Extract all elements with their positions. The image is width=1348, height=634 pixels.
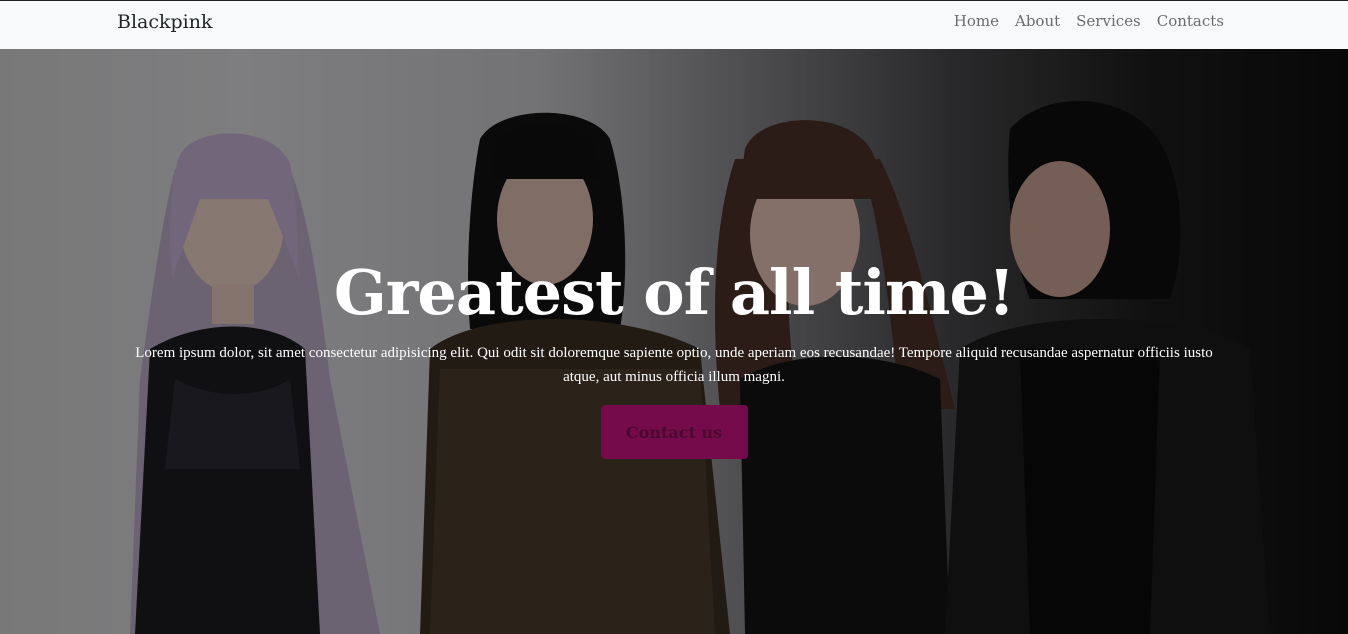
nav-link-services[interactable]: Services: [1076, 11, 1141, 31]
brand-logo[interactable]: Blackpink: [117, 10, 213, 34]
contact-us-button[interactable]: Contact us: [600, 405, 748, 459]
hero-title: Greatest of all time!: [333, 256, 1015, 329]
hero-section: Greatest of all time! Lorem ipsum dolor,…: [0, 49, 1348, 634]
hero-description: Lorem ipsum dolor, sit amet consectetur …: [135, 345, 1213, 385]
nav-links: Home About Services Contacts: [954, 11, 1224, 31]
nav-link-about[interactable]: About: [1015, 11, 1060, 31]
top-navbar: Blackpink Home About Services Contacts: [0, 1, 1348, 49]
hero-content: Greatest of all time! Lorem ipsum dolor,…: [0, 249, 1348, 459]
nav-link-contacts[interactable]: Contacts: [1157, 11, 1224, 31]
nav-link-home[interactable]: Home: [954, 11, 999, 31]
